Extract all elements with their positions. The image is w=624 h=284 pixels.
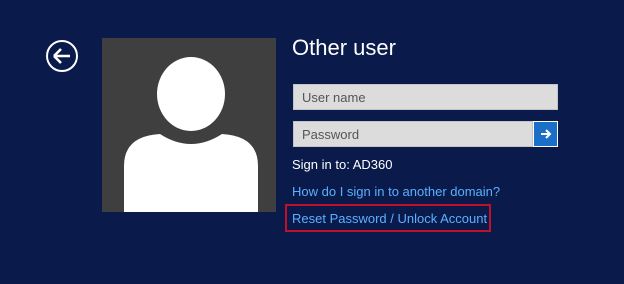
right-arrow-icon: [540, 129, 551, 139]
signin-target-text: Sign in to: AD360: [292, 157, 393, 172]
user-silhouette-icon: [124, 57, 258, 212]
back-arrow-icon: [53, 48, 70, 64]
page-title: Other user: [292, 35, 396, 60]
avatar: [102, 38, 276, 212]
submit-button[interactable]: [533, 121, 558, 147]
reset-password-link[interactable]: Reset Password / Unlock Account: [292, 211, 487, 227]
password-field[interactable]: [293, 121, 533, 147]
username-field[interactable]: [293, 84, 558, 110]
back-button[interactable]: [46, 40, 78, 72]
other-domain-help-link[interactable]: How do I sign in to another domain?: [292, 184, 500, 200]
